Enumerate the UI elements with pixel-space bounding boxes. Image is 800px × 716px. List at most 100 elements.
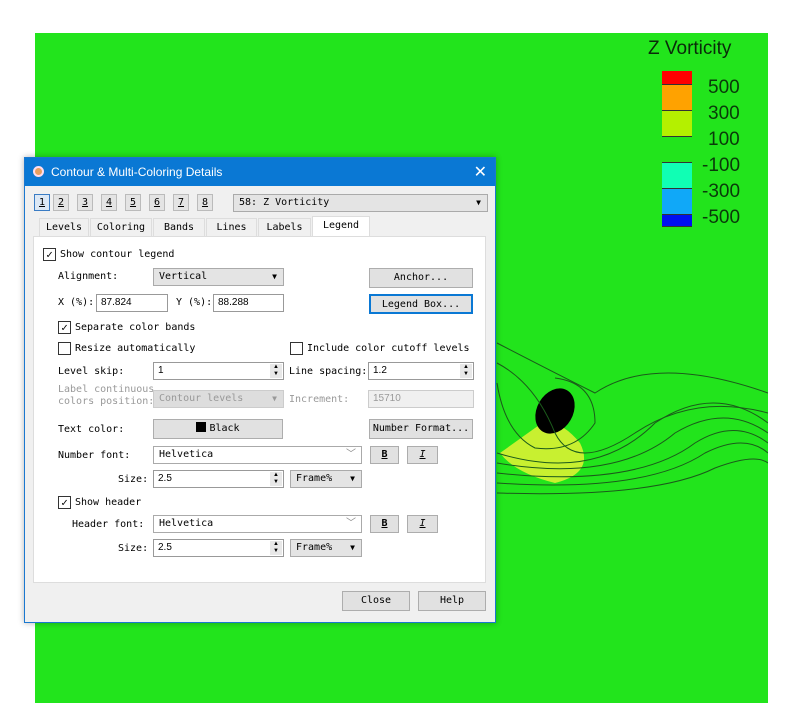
chevron-down-icon: ﹀ <box>346 449 356 460</box>
line-spacing-label: Line spacing: <box>289 366 368 377</box>
label-continuous-label: Label continuous colors position: <box>58 384 154 408</box>
number-format-button[interactable]: Number Format... <box>369 419 473 439</box>
legend-box-button[interactable]: Legend Box... <box>369 294 473 314</box>
legend-level: -500 <box>702 207 741 228</box>
tab-coloring[interactable]: Coloring <box>90 218 152 236</box>
label-continuous-line1: Label continuous <box>58 384 155 395</box>
header-bold-button[interactable]: B <box>370 515 399 533</box>
number-size-value: 2.5 <box>158 473 172 484</box>
line-spacing-input[interactable]: 1.2 ▲ ▼ <box>368 362 474 380</box>
group-button-5[interactable]: 5 <box>125 194 141 211</box>
spinner-icon[interactable]: ▲ ▼ <box>270 364 282 378</box>
increment-label: Increment: <box>289 394 350 405</box>
line-spacing-value: 1.2 <box>373 365 387 376</box>
legend-band-red <box>662 71 692 85</box>
show-header-label: Show header <box>75 497 142 508</box>
header-size-input[interactable]: 2.5 ▲ ▼ <box>153 539 284 557</box>
close-icon[interactable]: ✕ <box>474 162 487 182</box>
label-continuous-value: Contour levels <box>159 393 244 404</box>
variable-select[interactable]: 58: Z Vorticity ▼ <box>233 194 488 212</box>
legend-level: -100 <box>702 155 741 176</box>
separate-color-bands-label: Separate color bands <box>75 322 196 333</box>
group-button-7[interactable]: 7 <box>173 194 189 211</box>
increment-input[interactable]: 15710 <box>368 390 474 408</box>
x-input[interactable]: 87.824 <box>96 294 168 312</box>
header-italic-button[interactable]: I <box>407 515 438 533</box>
legend-level: -300 <box>702 181 741 202</box>
header-font-select[interactable]: Helvetica ﹀ <box>153 515 362 533</box>
spinner-icon[interactable]: ▲ ▼ <box>270 541 282 555</box>
separate-color-bands-checkbox[interactable]: ✓ <box>58 321 71 334</box>
number-italic-button[interactable]: I <box>407 446 438 464</box>
include-cutoff-checkbox[interactable] <box>290 342 303 355</box>
group-button-8[interactable]: 8 <box>197 194 213 211</box>
legend-band-green <box>662 137 692 163</box>
legend-band-orange <box>662 85 692 111</box>
number-size-label: Size: <box>118 474 149 485</box>
group-button-6[interactable]: 6 <box>149 194 165 211</box>
spinner-icon[interactable]: ▲ ▼ <box>270 472 282 486</box>
tab-legend[interactable]: Legend <box>312 216 370 237</box>
tab-lines[interactable]: Lines <box>206 218 257 236</box>
tab-labels[interactable]: Labels <box>258 218 311 236</box>
include-cutoff-label: Include color cutoff levels <box>307 343 470 354</box>
number-font-select[interactable]: Helvetica ﹀ <box>153 446 362 464</box>
dropdown-arrow-icon: ▼ <box>350 543 355 552</box>
number-bold-button[interactable]: B <box>370 446 399 464</box>
group-button-4[interactable]: 4 <box>101 194 117 211</box>
variable-value: 58: Z Vorticity <box>239 197 330 208</box>
show-contour-legend-label: Show contour legend <box>60 249 175 260</box>
size-unit-value: Frame% <box>296 473 333 484</box>
level-skip-input[interactable]: 1 ▲ ▼ <box>153 362 284 380</box>
chevron-down-icon: ﹀ <box>346 518 356 529</box>
text-color-value: Black <box>209 423 240 434</box>
show-contour-legend-checkbox[interactable]: ✓ <box>43 248 56 261</box>
header-size-unit-select[interactable]: Frame% ▼ <box>290 539 362 557</box>
dropdown-arrow-icon: ▼ <box>350 474 355 483</box>
number-font-label: Number font: <box>58 450 131 461</box>
label-continuous-line2: colors position: <box>58 396 155 407</box>
x-label: X (%): <box>58 297 95 308</box>
group-button-2[interactable]: 2 <box>53 194 69 211</box>
title-bar[interactable]: Contour & Multi-Coloring Details ✕ <box>25 158 495 186</box>
y-input[interactable]: 88.288 <box>213 294 284 312</box>
group-button-1[interactable]: 1 <box>34 194 50 211</box>
resize-automatically-label: Resize automatically <box>75 343 196 354</box>
header-size-value: 2.5 <box>158 542 172 553</box>
app-icon <box>33 166 44 177</box>
legend-band-cyan <box>662 163 692 189</box>
text-color-button[interactable]: Black <box>153 419 283 439</box>
resize-automatically-checkbox[interactable] <box>58 342 71 355</box>
legend-band-blue <box>662 189 692 215</box>
legend-level: 300 <box>708 103 740 124</box>
anchor-button[interactable]: Anchor... <box>369 268 473 288</box>
help-button[interactable]: Help <box>418 591 486 611</box>
close-button[interactable]: Close <box>342 591 410 611</box>
spinner-icon[interactable]: ▲ ▼ <box>460 364 472 378</box>
color-swatch-icon <box>196 422 207 432</box>
header-font-label: Header font: <box>72 519 145 530</box>
show-header-checkbox[interactable]: ✓ <box>58 496 71 509</box>
number-size-unit-select[interactable]: Frame% ▼ <box>290 470 362 488</box>
dropdown-arrow-icon: ▼ <box>272 394 277 403</box>
label-continuous-select[interactable]: Contour levels ▼ <box>153 390 284 408</box>
legend-level: 500 <box>708 77 740 98</box>
level-skip-label: Level skip: <box>58 366 125 377</box>
group-button-3[interactable]: 3 <box>77 194 93 211</box>
legend-band-yellowgreen <box>662 111 692 137</box>
tab-levels[interactable]: Levels <box>39 218 89 236</box>
y-label: Y (%): <box>176 297 213 308</box>
level-skip-value: 1 <box>158 365 164 376</box>
alignment-label: Alignment: <box>58 271 119 282</box>
legend-band-darkblue <box>662 215 692 227</box>
number-font-value: Helvetica <box>159 449 214 460</box>
legend-title: Z Vorticity <box>648 38 732 59</box>
alignment-value: Vertical <box>159 271 208 282</box>
legend-level: 100 <box>708 129 740 150</box>
alignment-select[interactable]: Vertical ▼ <box>153 268 284 286</box>
dropdown-arrow-icon: ▼ <box>476 198 481 207</box>
tab-bands[interactable]: Bands <box>153 218 205 236</box>
contour-details-dialog: Contour & Multi-Coloring Details ✕ 1 2 3… <box>24 157 496 623</box>
number-size-input[interactable]: 2.5 ▲ ▼ <box>153 470 284 488</box>
vorticity-patch <box>500 423 585 483</box>
